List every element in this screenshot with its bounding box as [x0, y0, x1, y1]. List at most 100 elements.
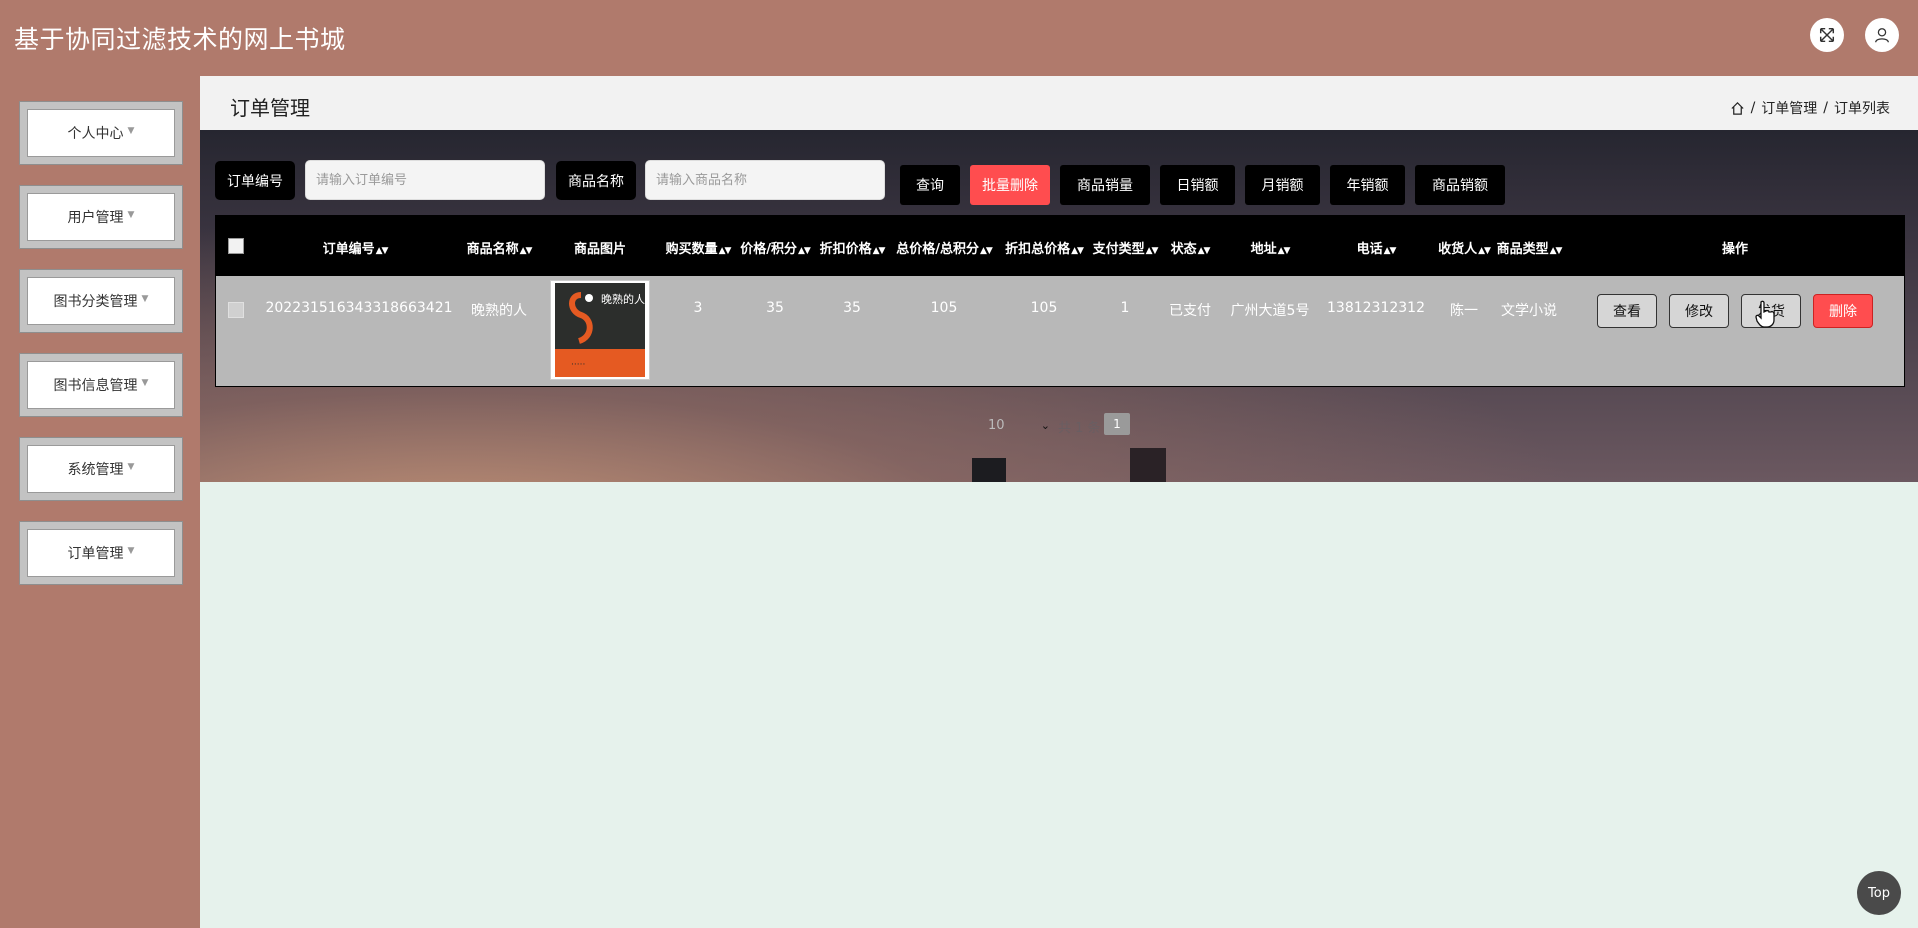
back-to-top-button[interactable]: Top	[1857, 871, 1901, 915]
breadcrumb-separator: /	[1823, 100, 1828, 116]
sidebar-item-label: 系统管理	[67, 462, 124, 478]
chevron-down-icon: ▼	[127, 546, 135, 556]
monthly-sales-button[interactable]: 月销额	[1245, 165, 1320, 205]
col-phone[interactable]: 电话▲▼	[1357, 238, 1397, 257]
chevron-down-icon: ▼	[127, 210, 135, 220]
col-actions: 操作	[1721, 242, 1749, 257]
sort-icon: ▲▼	[1277, 246, 1291, 256]
background-building	[972, 458, 1006, 482]
col-label: 收货人	[1438, 242, 1478, 257]
sort-icon: ▲▼	[797, 246, 811, 256]
home-icon[interactable]	[1730, 101, 1745, 116]
top-header: 基于协同过滤技术的网上书城	[0, 0, 1918, 76]
col-label: 状态	[1170, 242, 1197, 257]
breadcrumb-item-orders[interactable]: 订单管理	[1761, 98, 1817, 118]
col-total[interactable]: 总价格/总积分▲▼	[896, 238, 993, 257]
edit-button[interactable]: 修改	[1669, 294, 1729, 328]
order-no-input[interactable]	[305, 160, 545, 200]
col-product-name[interactable]: 商品名称▲▼	[466, 238, 533, 257]
col-discount-price[interactable]: 折扣价格▲▼	[819, 238, 886, 257]
sort-icon: ▲▼	[519, 246, 533, 256]
col-order-no[interactable]: 订单编号▲▼	[322, 238, 389, 257]
cell-discount-price: 35	[843, 300, 861, 316]
col-pay-type[interactable]: 支付类型▲▼	[1092, 238, 1159, 257]
col-label: 折扣价格	[819, 242, 872, 257]
user-avatar-button[interactable]	[1865, 18, 1899, 52]
pagination-total: 共 1 条	[1058, 421, 1101, 436]
sort-icon: ▲▼	[1071, 246, 1084, 256]
chevron-down-icon: ▼	[127, 462, 135, 472]
col-label: 商品名称	[466, 242, 519, 257]
product-sales-qty-button[interactable]: 商品销量	[1060, 165, 1150, 205]
sort-icon: ▲▼	[375, 246, 389, 256]
sort-icon: ▲▼	[979, 246, 993, 256]
batch-delete-button[interactable]: 批量删除	[970, 165, 1050, 205]
col-price[interactable]: 价格/积分▲▼	[740, 238, 811, 257]
sidebar-item-book-info[interactable]: 图书信息管理 ▼	[20, 354, 182, 416]
col-receiver[interactable]: 收货人▲▼	[1438, 238, 1491, 257]
col-quantity[interactable]: 购买数量▲▼	[665, 238, 732, 257]
sort-icon: ▲▼	[872, 246, 886, 256]
sidebar-item-book-category[interactable]: 图书分类管理 ▼	[20, 270, 182, 332]
page-title: 订单管理	[230, 96, 310, 120]
product-name-label: 商品名称	[556, 161, 636, 200]
col-discount-total[interactable]: 折扣总价格▲▼	[1005, 238, 1084, 257]
sort-icon: ▲▼	[718, 246, 732, 256]
product-image[interactable]: 晚熟的人 ·····	[550, 280, 650, 380]
sidebar-item-label: 订单管理	[67, 546, 124, 562]
sidebar-item-user-management[interactable]: 用户管理 ▼	[20, 186, 182, 248]
cell-category: 文学小说	[1501, 303, 1557, 319]
sidebar-item-label: 图书信息管理	[53, 378, 138, 394]
col-product-image: 商品图片	[573, 242, 627, 257]
cell-order-no: 20223151634331866342​1	[265, 300, 453, 316]
chevron-down-icon: ⌄	[1040, 418, 1050, 432]
background-building	[1130, 448, 1166, 482]
query-button[interactable]: 查询	[900, 165, 960, 205]
page-size-select[interactable]: 10 ⌄	[988, 416, 1050, 434]
sidebar-item-orders[interactable]: 订单管理 ▼	[20, 522, 182, 584]
fullscreen-button[interactable]	[1810, 18, 1844, 52]
chevron-down-icon: ▼	[141, 378, 149, 388]
sort-icon: ▲▼	[1145, 246, 1159, 256]
col-address[interactable]: 地址▲▼	[1250, 238, 1291, 257]
col-label: 价格/积分	[740, 242, 797, 257]
cell-phone: 13812312312	[1327, 300, 1425, 316]
col-label: 订单编号	[322, 242, 375, 257]
book-cover-image: 晚熟的人 ·····	[555, 283, 645, 377]
cell-address: 广州大道5号	[1230, 303, 1310, 319]
orders-table: 订单编号▲▼ 商品名称▲▼ 商品图片 购买数量▲▼ 价格/积分▲▼ 折扣价格▲▼…	[215, 215, 1905, 387]
delete-button[interactable]: 删除	[1813, 294, 1873, 328]
sidebar: 个人中心 ▼ 用户管理 ▼ 图书分类管理 ▼ 图书信息管理 ▼ 系统管理 ▼ 订单管理 ▼	[0, 76, 200, 928]
sidebar-item-personal-center[interactable]: 个人中心 ▼	[20, 102, 182, 164]
cell-total: 105	[930, 300, 958, 316]
cell-pay-type: 1	[1120, 300, 1130, 316]
cell-quantity: 3	[693, 300, 703, 316]
table-header: 订单编号▲▼ 商品名称▲▼ 商品图片 购买数量▲▼ 价格/积分▲▼ 折扣价格▲▼…	[216, 216, 1904, 276]
col-category[interactable]: 商品类型▲▼	[1497, 238, 1563, 257]
row-checkbox[interactable]	[228, 302, 244, 318]
col-label: 总价格/总积分	[896, 242, 979, 257]
cell-status: 已支付	[1169, 303, 1211, 319]
sidebar-item-system[interactable]: 系统管理 ▼	[20, 438, 182, 500]
product-sales-amount-button[interactable]: 商品销额	[1415, 165, 1505, 205]
sort-icon: ▲▼	[1197, 246, 1211, 256]
cell-receiver: 陈一	[1450, 303, 1478, 319]
hand-cursor-icon	[1755, 300, 1775, 328]
user-icon	[1875, 28, 1889, 43]
col-status[interactable]: 状态▲▼	[1170, 238, 1211, 257]
cell-price: 35	[766, 300, 784, 316]
col-label: 支付类型	[1092, 242, 1145, 257]
pagination-page-1[interactable]: 1	[1104, 413, 1130, 435]
sidebar-item-label: 用户管理	[67, 210, 124, 226]
page-size-value: 10	[988, 417, 1005, 433]
col-label: 购买数量	[665, 242, 718, 257]
col-label: 折扣总价格	[1005, 242, 1071, 257]
chevron-down-icon: ▼	[141, 294, 149, 304]
col-label: 地址	[1250, 242, 1277, 257]
view-button[interactable]: 查看	[1597, 294, 1657, 328]
yearly-sales-button[interactable]: 年销额	[1330, 165, 1405, 205]
daily-sales-button[interactable]: 日销额	[1160, 165, 1235, 205]
select-all-checkbox[interactable]	[228, 238, 244, 254]
product-name-input[interactable]	[645, 160, 885, 200]
page-header: 订单管理 / 订单管理 / 订单列表	[200, 76, 1918, 131]
